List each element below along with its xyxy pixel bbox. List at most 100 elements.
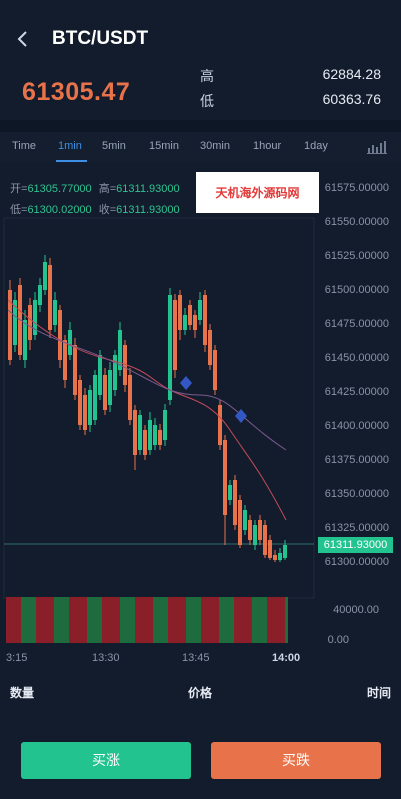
candle-body [128, 375, 132, 420]
volume-bar [123, 597, 126, 643]
volume-bar [24, 597, 27, 643]
volume-bar [27, 597, 30, 643]
candle-body [103, 375, 107, 410]
volume-bar [135, 597, 138, 643]
candle-body [188, 305, 192, 325]
volume-bar [66, 597, 69, 643]
volume-bar [270, 597, 273, 643]
volume-bar [39, 597, 42, 643]
open-value: 61305.77000 [27, 183, 92, 195]
candle-body [153, 425, 157, 445]
candle-body [193, 315, 197, 330]
candle-body [63, 340, 67, 380]
marker-diamond [180, 376, 192, 390]
volume-bar [177, 597, 180, 643]
close-value: 61311.93000 [116, 204, 180, 216]
buy-up-button[interactable]: 买涨 [21, 742, 191, 779]
time-tick: 3:15 [6, 652, 28, 664]
volume-bar [153, 597, 156, 643]
volume-bar [204, 597, 207, 643]
volume-bar [192, 597, 195, 643]
candle-body [48, 265, 52, 330]
price-tick: 61550.00000 [324, 216, 389, 228]
divider [0, 120, 401, 132]
low-value: 60363.76 [322, 91, 381, 107]
volume-bar [63, 597, 66, 643]
low-ohlc-value: 61300.02000 [27, 204, 92, 216]
candle-body [218, 405, 222, 445]
volume-bar [138, 597, 141, 643]
volume-bar [258, 597, 261, 643]
price-tick: 61450.00000 [324, 352, 389, 364]
candle-body [223, 440, 227, 515]
time-tick: 13:30 [92, 652, 120, 664]
back-chevron-icon[interactable] [16, 30, 32, 50]
volume-bar [84, 597, 87, 643]
volume-bar [255, 597, 258, 643]
candle-body [248, 520, 252, 540]
candle-body [203, 295, 207, 345]
candle-body [8, 290, 12, 360]
candle-body [163, 410, 167, 440]
time-tick: 13:45 [182, 652, 210, 664]
tab-1hour[interactable]: 1hour [253, 140, 281, 152]
volume-bar [267, 597, 270, 643]
volume-bar [120, 597, 123, 643]
last-price: 61305.47 [22, 78, 131, 106]
volume-bar [246, 597, 249, 643]
candle-body [108, 370, 112, 405]
volume-bar [183, 597, 186, 643]
tab-1day[interactable]: 1day [304, 140, 328, 152]
candle-body [38, 285, 42, 305]
tab-1min[interactable]: 1min [58, 140, 82, 152]
action-footer: 买涨 买跌 [0, 738, 401, 788]
candle-body [258, 520, 262, 540]
buy-down-button[interactable]: 买跌 [211, 742, 381, 779]
volume-tick: 0.00 [327, 634, 349, 646]
candle-body [143, 430, 147, 455]
price-tick: 61500.00000 [324, 284, 389, 296]
candle-body [133, 410, 137, 455]
candle-body [208, 330, 212, 365]
candle-body [23, 320, 27, 360]
price-tick: 61475.00000 [324, 318, 389, 330]
volume-bar [111, 597, 114, 643]
volume-bar [45, 597, 48, 643]
volume-bar [186, 597, 189, 643]
tab-time[interactable]: Time [12, 140, 36, 152]
candle-body [53, 300, 57, 325]
volume-bar [54, 597, 57, 643]
candle-body [118, 330, 122, 370]
candle-body [13, 300, 17, 345]
volume-bar [117, 597, 120, 643]
open-label: 开= [10, 183, 28, 195]
volume-bar [213, 597, 216, 643]
time-header: 时间 [366, 686, 391, 700]
price-tick: 61350.00000 [324, 488, 389, 500]
tab-15min[interactable]: 15min [149, 140, 179, 152]
low-ohlc-label: 低= [10, 204, 28, 216]
volume-bar [240, 597, 243, 643]
candle-body [68, 330, 72, 355]
watermark-text: 天机海外源码网 [215, 186, 300, 200]
volume-bar [195, 597, 198, 643]
volume-bar [225, 597, 228, 643]
volume-bar [96, 597, 99, 643]
pair-title: BTC/USDT [52, 28, 149, 49]
price-tick: 61575.00000 [324, 182, 389, 194]
volume-bar [12, 597, 15, 643]
volume-bar [222, 597, 225, 643]
volume-bar [48, 597, 51, 643]
tab-30min[interactable]: 30min [200, 140, 230, 152]
volume-bar [6, 597, 9, 643]
price-tick: 61425.00000 [324, 386, 389, 398]
volume-bar [156, 597, 159, 643]
candle-body [73, 345, 77, 395]
ohlc-row-2: 低=61300.02000 收=61311.93000 [10, 201, 180, 217]
candle-body [253, 525, 257, 545]
tab-5min[interactable]: 5min [102, 140, 126, 152]
volume-bar [210, 597, 213, 643]
volume-bar [15, 597, 18, 643]
chart-bars-icon[interactable] [367, 140, 387, 159]
volume-bar [33, 597, 36, 643]
